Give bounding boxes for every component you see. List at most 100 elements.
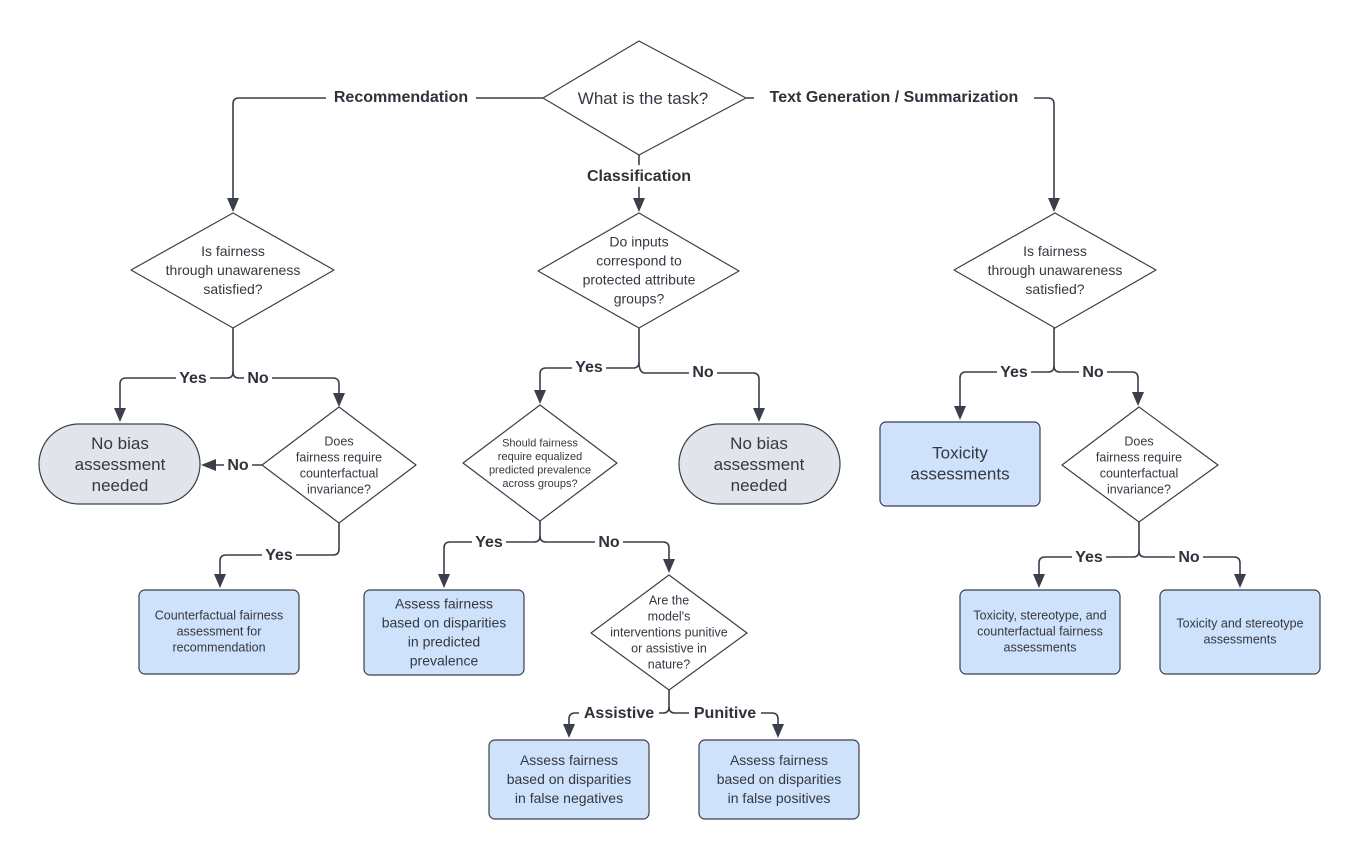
node-text-line: Assess fairness — [730, 752, 828, 768]
edge-label-rec-q1-no: No — [244, 368, 272, 388]
decision-cls-equalized-prevalence[interactable]: Should fairness require equalized predicte… — [462, 404, 618, 522]
arrow-head — [753, 408, 765, 422]
arrow-head — [201, 459, 216, 471]
node-text-line: needed — [92, 476, 149, 495]
edge-label-rec-q1-yes: Yes — [176, 368, 210, 388]
arrow-head — [1048, 198, 1060, 212]
node-text: Assess fairness based on disparities in fa… — [717, 752, 842, 806]
node-text-line: Is fairness — [1023, 243, 1087, 259]
node-text-line: correspond to — [596, 252, 682, 268]
svg-text:No: No — [1178, 549, 1200, 566]
node-text-line: assessment — [75, 455, 166, 474]
node-text-line: Counterfactual fairness — [155, 608, 284, 622]
outcome-cls-false-negatives[interactable]: Assess fairness based on disparities in fa… — [488, 739, 650, 820]
edge-label-cls-q2-no: No — [595, 532, 623, 552]
node-text-line: What is the task? — [578, 89, 708, 108]
node-text-line: protected attribute — [583, 271, 696, 287]
node-text-line: assessment for — [177, 624, 262, 638]
node-text-line: Are the — [649, 593, 689, 607]
node-text-line: assessment — [714, 455, 805, 474]
outcome-tg-toxicity-stereotype[interactable]: Toxicity and stereotype assessments — [1159, 589, 1321, 675]
outcome-rec-counterfactual[interactable]: Counterfactual fairness assessment for rec… — [138, 589, 300, 675]
node-text-line: satisfied? — [203, 281, 262, 297]
node-text-line: model's — [648, 609, 691, 623]
node-text: Should fairness require equalized predicte… — [489, 438, 591, 491]
edge-label-tg-q2-yes: Yes — [1072, 547, 1106, 567]
decision-what-is-the-task[interactable]: What is the task? — [542, 40, 747, 156]
node-text-line: Toxicity, stereotype, and — [973, 608, 1106, 622]
node-text-line: invariance? — [1107, 482, 1171, 496]
node-text-line: Should fairness — [502, 438, 578, 450]
arrow-head — [772, 724, 784, 738]
edge-label-rec-q2-yes: Yes — [262, 545, 296, 565]
svg-text:Assistive: Assistive — [584, 705, 654, 722]
node-text-line: nature? — [648, 657, 690, 671]
arrow-head — [333, 393, 345, 407]
node-text-line: Toxicity — [932, 443, 988, 462]
node-text-line: satisfied? — [1025, 281, 1084, 297]
edge-label-tg-q1-yes: Yes — [997, 362, 1031, 382]
node-text-line: Does — [1124, 434, 1153, 448]
node-text-line: Does — [324, 434, 353, 448]
terminal-rec-no-bias[interactable]: No bias assessment needed — [38, 423, 201, 505]
svg-text:No: No — [598, 534, 620, 551]
edge-root-textgen — [746, 97, 1055, 200]
arrow-head — [534, 390, 546, 404]
arrow-head — [438, 574, 450, 588]
decision-tg-unawareness[interactable]: Is fairness through unawareness satisfied? — [953, 212, 1157, 329]
outcome-cls-false-positives[interactable]: Assess fairness based on disparities in fa… — [698, 739, 860, 820]
edge-label-cls-q1-yes: Yes — [572, 357, 606, 377]
arrow-head — [214, 574, 226, 588]
arrow-head — [663, 559, 675, 573]
edge-label-recommendation: Recommendation — [326, 86, 476, 108]
svg-text:Classification: Classification — [587, 168, 691, 185]
decision-cls-protected-groups[interactable]: Do inputs correspond to protected attribut… — [537, 212, 740, 329]
edge-label-cls-q1-no: No — [689, 362, 717, 382]
svg-text:No: No — [1082, 364, 1104, 381]
outcome-tg-toxicity-stereotype-counterfactual[interactable]: Toxicity, stereotype, and counterfactual … — [959, 589, 1121, 675]
node-text-line: across groups? — [502, 478, 577, 490]
node-text-line: Is fairness — [201, 243, 265, 259]
node-text-line: in false negatives — [515, 790, 623, 806]
edge-label-cls-q2-yes: Yes — [472, 532, 506, 552]
fairness-assessment-flowchart: What is the task? Is fairness through una… — [38, 40, 1321, 820]
edge-label-text-generation: Text Generation / Summarization — [754, 86, 1034, 108]
node-text-line: invariance? — [307, 482, 371, 496]
node-text-line: Assess fairness — [395, 595, 493, 611]
node-text-line: assessments — [910, 464, 1009, 483]
node-text-line: require equalized — [498, 451, 582, 463]
svg-text:Yes: Yes — [1075, 549, 1103, 566]
edge-label-tg-q1-no: No — [1079, 362, 1107, 382]
arrow-head — [227, 198, 239, 212]
edge-label-classification: Classification — [578, 165, 700, 187]
arrow-head — [1234, 574, 1246, 588]
svg-text:No: No — [247, 370, 269, 387]
node-text-line: based on disparities — [507, 771, 632, 787]
arrow-head — [563, 724, 575, 738]
edge-label-rec-q2-no: No — [224, 455, 252, 475]
arrow-head — [954, 406, 966, 420]
edge-label-cls-q3-assistive: Assistive — [579, 703, 659, 723]
node-text-line: through unawareness — [166, 262, 301, 278]
node-text-line: prevalence — [410, 652, 479, 668]
edge-root-recommendation — [232, 97, 543, 200]
svg-text:No: No — [692, 364, 714, 381]
node-text-line: through unawareness — [988, 262, 1123, 278]
node-text-line: Assess fairness — [520, 752, 618, 768]
arrow-head — [633, 198, 645, 212]
node-text-line: needed — [731, 476, 788, 495]
terminal-cls-no-bias[interactable]: No bias assessment needed — [678, 423, 841, 505]
node-text-line: interventions punitive — [610, 625, 727, 639]
svg-text:Yes: Yes — [575, 359, 603, 376]
decision-rec-counterfactual[interactable]: Does fairness require counterfactual invari… — [261, 406, 417, 524]
decision-tg-counterfactual[interactable]: Does fairness require counterfactual invari… — [1061, 406, 1219, 523]
node-text-line: or assistive in — [631, 641, 707, 655]
node-text-line: Toxicity and stereotype — [1176, 616, 1303, 630]
svg-text:Text Generation / Summarizatio: Text Generation / Summarization — [770, 89, 1019, 106]
outcome-cls-predicted-prevalence[interactable]: Assess fairness based on disparities in pr… — [363, 589, 525, 676]
arrow-head — [1033, 574, 1045, 588]
decision-rec-unawareness[interactable]: Is fairness through unawareness satisfied? — [130, 212, 335, 329]
node-text-line: in predicted — [408, 633, 480, 649]
decision-cls-punitive-assistive[interactable]: Are the model's interventions punitive or a… — [590, 574, 748, 691]
outcome-tg-toxicity[interactable]: Toxicity assessments — [879, 421, 1041, 507]
